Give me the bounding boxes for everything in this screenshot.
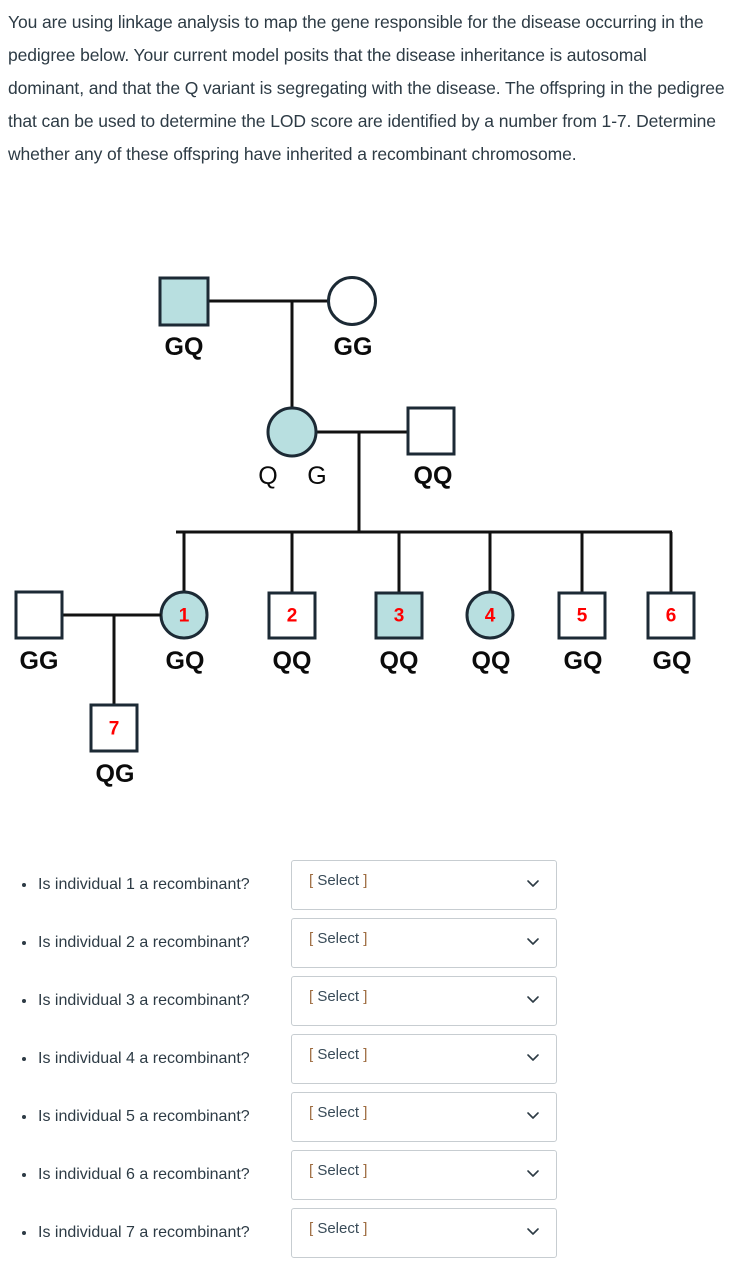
individual-g2-father bbox=[406, 406, 456, 456]
chevron-down-icon bbox=[526, 876, 540, 890]
select-individual-6[interactable]: [ Select ] bbox=[291, 1150, 557, 1200]
genotype-label-g3-spouse: GG bbox=[20, 647, 59, 675]
question-row-3: Is individual 3 a recombinant? [ Select … bbox=[0, 972, 742, 1030]
genotype-label-offspring-6: GQ bbox=[653, 647, 692, 675]
question-row-4: Is individual 4 a recombinant? [ Select … bbox=[0, 1030, 742, 1088]
genotype-label-offspring-2: QQ bbox=[273, 647, 312, 675]
offspring-number-3: 3 bbox=[394, 606, 405, 627]
allele-label-g2-mother-right: G bbox=[307, 462, 326, 490]
list-bullet bbox=[22, 1173, 26, 1177]
question-label-3: Is individual 3 a recombinant? bbox=[38, 992, 250, 1009]
offspring-number-2: 2 bbox=[287, 606, 298, 627]
list-bullet bbox=[22, 1057, 26, 1061]
recombinant-questions-list: Is individual 1 a recombinant? [ Select … bbox=[0, 856, 742, 1262]
select-individual-3[interactable]: [ Select ] bbox=[291, 976, 557, 1026]
select-value-4: [ Select ] bbox=[309, 1046, 368, 1063]
list-bullet bbox=[22, 1231, 26, 1235]
chevron-down-icon bbox=[526, 934, 540, 948]
genotype-label-g1-mother: GG bbox=[334, 333, 373, 361]
select-individual-5[interactable]: [ Select ] bbox=[291, 1092, 557, 1142]
list-bullet bbox=[22, 941, 26, 945]
question-label-1: Is individual 1 a recombinant? bbox=[38, 876, 250, 893]
offspring-number-6: 6 bbox=[666, 606, 677, 627]
list-bullet bbox=[22, 1115, 26, 1119]
select-individual-4[interactable]: [ Select ] bbox=[291, 1034, 557, 1084]
genotype-label-offspring-3: QQ bbox=[380, 647, 419, 675]
gen3-mating-line bbox=[62, 613, 161, 705]
question-label-7: Is individual 7 a recombinant? bbox=[38, 1224, 250, 1241]
gen1-mating-line bbox=[208, 299, 330, 409]
pedigree-diagram: GQ GG Q G QQ 1 GQ 2 QQ 3 QQ 4 QQ 5 GQ 6 … bbox=[0, 252, 742, 812]
select-value-6: [ Select ] bbox=[309, 1162, 368, 1179]
select-value-5: [ Select ] bbox=[309, 1104, 368, 1121]
individual-g1-father bbox=[158, 276, 210, 327]
genotype-label-g1-father: GQ bbox=[165, 333, 204, 361]
offspring-number-1: 1 bbox=[179, 606, 190, 627]
genotype-label-offspring-7: QG bbox=[96, 760, 135, 788]
select-individual-2[interactable]: [ Select ] bbox=[291, 918, 557, 968]
genotype-label-offspring-4: QQ bbox=[472, 647, 511, 675]
question-row-6: Is individual 6 a recombinant? [ Select … bbox=[0, 1146, 742, 1204]
chevron-down-icon bbox=[526, 1224, 540, 1238]
offspring-number-5: 5 bbox=[577, 606, 588, 627]
select-value-7: [ Select ] bbox=[309, 1220, 368, 1237]
question-row-1: Is individual 1 a recombinant? [ Select … bbox=[0, 856, 742, 914]
offspring-number-7: 7 bbox=[109, 719, 120, 740]
sibship-line bbox=[176, 530, 673, 592]
select-value-3: [ Select ] bbox=[309, 988, 368, 1005]
individual-g2-mother bbox=[266, 406, 318, 458]
select-individual-1[interactable]: [ Select ] bbox=[291, 860, 557, 910]
question-row-5: Is individual 5 a recombinant? [ Select … bbox=[0, 1088, 742, 1146]
genotype-label-offspring-5: GQ bbox=[564, 647, 603, 675]
question-row-2: Is individual 2 a recombinant? [ Select … bbox=[0, 914, 742, 972]
select-individual-7[interactable]: [ Select ] bbox=[291, 1208, 557, 1258]
individual-g1-mother bbox=[327, 276, 377, 326]
chevron-down-icon bbox=[526, 1166, 540, 1180]
question-label-5: Is individual 5 a recombinant? bbox=[38, 1108, 250, 1125]
question-row-7: Is individual 7 a recombinant? [ Select … bbox=[0, 1204, 742, 1262]
list-bullet bbox=[22, 883, 26, 887]
individual-g3-spouse bbox=[14, 590, 64, 640]
question-label-2: Is individual 2 a recombinant? bbox=[38, 934, 250, 951]
gen2-mating-line bbox=[316, 430, 408, 532]
select-value-1: [ Select ] bbox=[309, 872, 368, 889]
question-label-6: Is individual 6 a recombinant? bbox=[38, 1166, 250, 1183]
genotype-label-g2-father: QQ bbox=[414, 462, 453, 490]
genotype-label-offspring-1: GQ bbox=[166, 647, 205, 675]
question-prompt: You are using linkage analysis to map th… bbox=[8, 12, 725, 164]
select-value-2: [ Select ] bbox=[309, 930, 368, 947]
chevron-down-icon bbox=[526, 1108, 540, 1122]
chevron-down-icon bbox=[526, 1050, 540, 1064]
allele-label-g2-mother-left: Q bbox=[258, 462, 277, 490]
list-bullet bbox=[22, 999, 26, 1003]
question-label-4: Is individual 4 a recombinant? bbox=[38, 1050, 250, 1067]
chevron-down-icon bbox=[526, 992, 540, 1006]
offspring-number-4: 4 bbox=[485, 606, 496, 627]
